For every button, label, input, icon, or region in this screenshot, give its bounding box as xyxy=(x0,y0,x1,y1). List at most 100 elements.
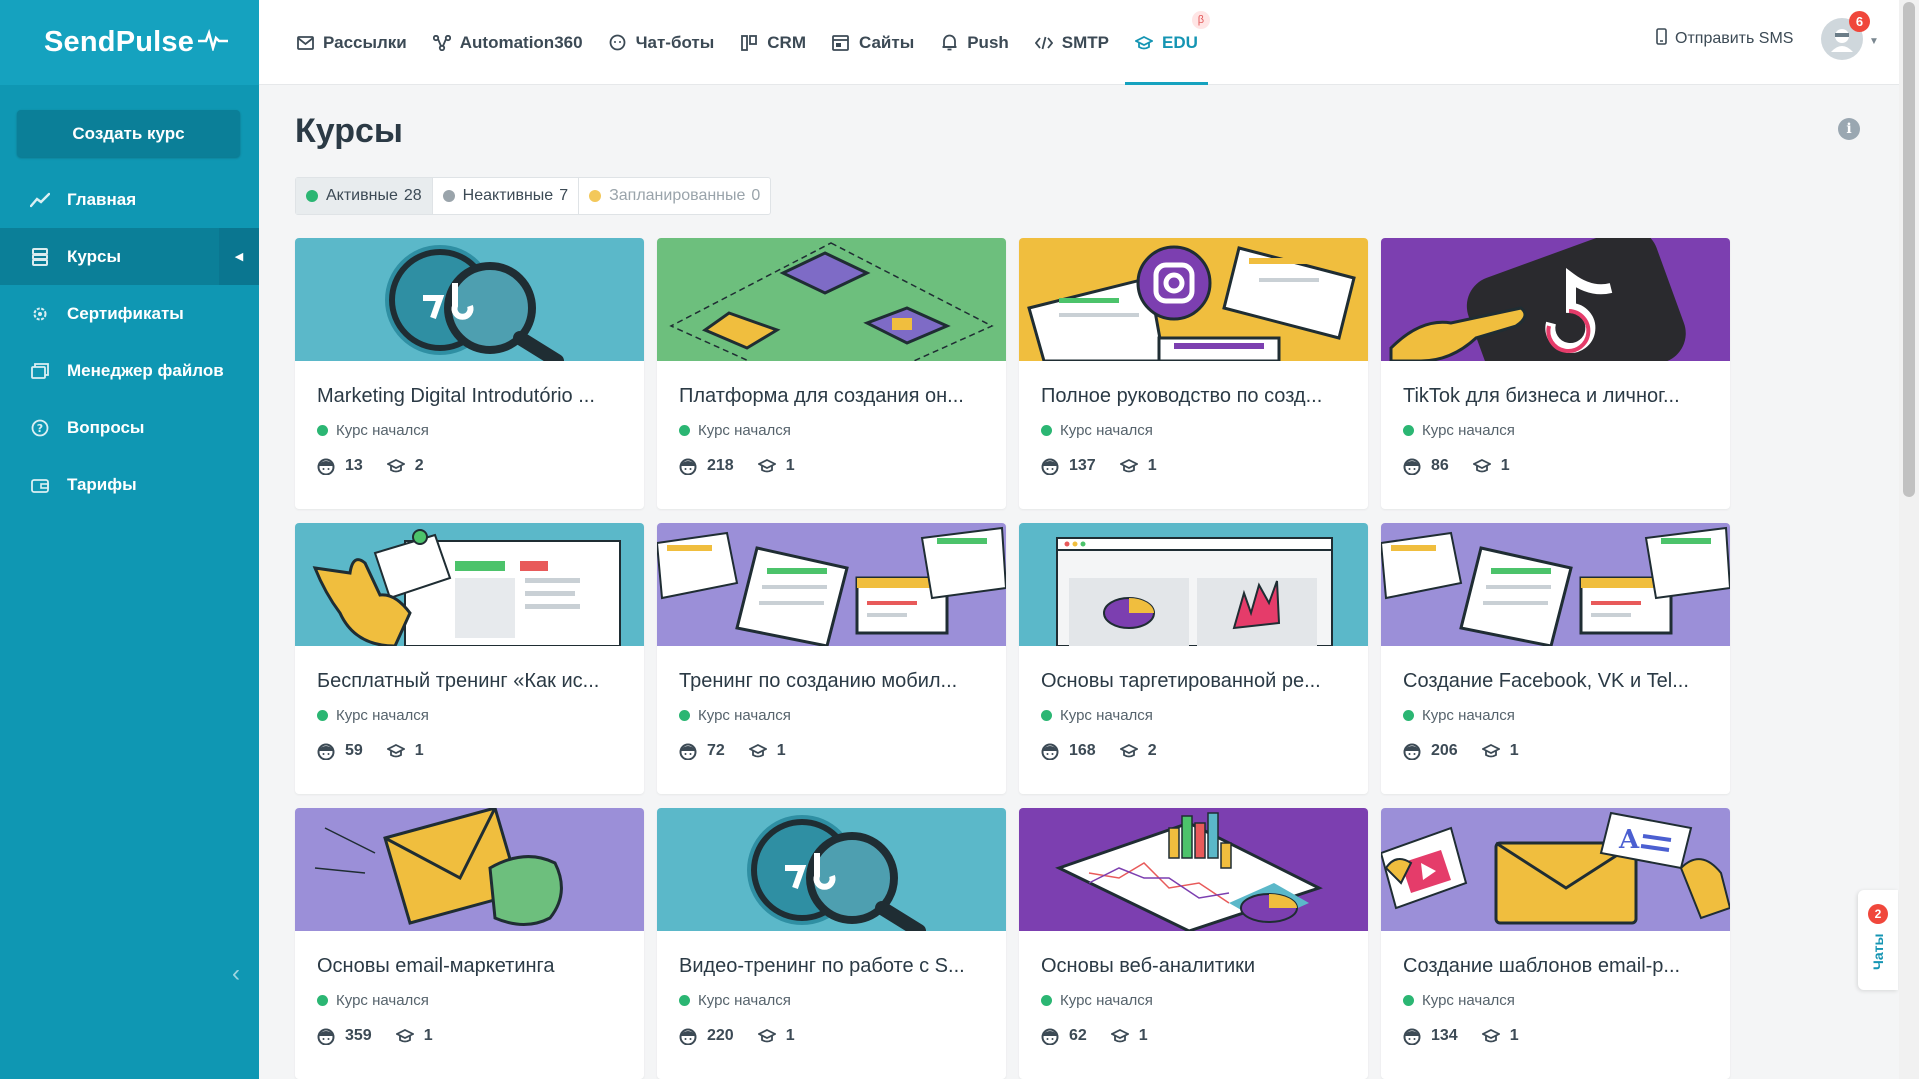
chevron-down-icon[interactable]: ▼ xyxy=(1869,36,1879,47)
status-dot xyxy=(1403,425,1414,436)
course-card[interactable]: Основы таргетированной ре... Курс началс… xyxy=(1019,523,1368,794)
sidebar-item-questions[interactable]: ? Вопросы xyxy=(0,399,259,456)
sidebar-item-label: Главная xyxy=(67,189,137,209)
course-card[interactable]: Основы веб-аналитики Курс начался 62 1 xyxy=(1019,808,1368,1079)
course-card[interactable]: Полное руководство по созд... Курс начал… xyxy=(1019,238,1368,509)
topnav-crm[interactable]: CRM xyxy=(740,0,806,85)
course-card[interactable]: Платформа для создания он... Курс началс… xyxy=(657,238,1006,509)
lessons-count: 1 xyxy=(423,1027,433,1044)
course-thumbnail xyxy=(1019,238,1368,361)
course-title[interactable]: Создание Facebook, VK и Tel... xyxy=(1403,670,1708,693)
course-title[interactable]: Основы email-маркетинга xyxy=(317,955,622,978)
course-title[interactable]: Бесплатный тренинг «Как ис... xyxy=(317,670,622,693)
course-thumbnail xyxy=(1019,523,1368,646)
scrollbar-thumb[interactable] xyxy=(1903,2,1915,497)
course-title[interactable]: Видео-тренинг по работе с S... xyxy=(679,955,984,978)
phone-icon xyxy=(1656,28,1667,50)
lessons-count: 1 xyxy=(1509,742,1519,759)
topnav-sites[interactable]: Сайты xyxy=(832,0,914,85)
graduation-cap-icon xyxy=(757,1028,776,1044)
scrollbar[interactable] xyxy=(1899,0,1919,1079)
topnav-edu[interactable]: EDU β xyxy=(1125,0,1210,85)
sidebar-item-home[interactable]: Главная xyxy=(0,171,259,228)
chats-tab[interactable]: 2 Чаты xyxy=(1858,890,1898,990)
sidebar-item-courses[interactable]: Курсы ◀ xyxy=(0,228,259,285)
logo[interactable]: SendPulse xyxy=(0,0,259,85)
student-icon xyxy=(1403,1028,1421,1045)
course-title[interactable]: Основы веб-аналитики xyxy=(1041,955,1346,978)
topnav-smtp[interactable]: SMTP xyxy=(1034,0,1109,85)
topnav-chatbots[interactable]: Чат-боты xyxy=(609,0,714,85)
collapse-sidebar-icon[interactable]: ‹ xyxy=(232,960,240,988)
sidebar-item-label: Вопросы xyxy=(67,417,145,437)
beta-badge: β xyxy=(1191,11,1210,29)
lessons-count: 1 xyxy=(1138,1027,1148,1044)
automation-icon xyxy=(432,34,451,52)
course-status: Курс начался xyxy=(1060,422,1153,439)
course-thumbnail xyxy=(1381,238,1730,361)
course-title[interactable]: Платформа для создания он... xyxy=(679,385,984,408)
course-status: Курс начался xyxy=(698,422,791,439)
gear-icon xyxy=(29,303,51,325)
send-sms-label: Отправить SMS xyxy=(1675,30,1794,47)
chart-line-icon xyxy=(29,189,51,211)
students-count: 359 xyxy=(345,1027,372,1044)
course-card[interactable]: Marketing Digital Introdutório ... Курс … xyxy=(295,238,644,509)
student-icon xyxy=(317,1028,335,1045)
course-status: Курс начался xyxy=(1060,992,1153,1009)
bell-icon xyxy=(940,34,958,52)
course-title[interactable]: Основы таргетированной ре... xyxy=(1041,670,1346,693)
course-card[interactable]: Тренинг по созданию мобил... Курс началс… xyxy=(657,523,1006,794)
sidebar-item-certificates[interactable]: Сертификаты xyxy=(0,285,259,342)
course-status: Курс начался xyxy=(1422,707,1515,724)
filter-label: Запланированные xyxy=(609,187,746,204)
status-dot xyxy=(317,710,328,721)
students-count: 220 xyxy=(707,1027,734,1044)
create-course-button[interactable]: Создать курс xyxy=(17,110,240,157)
course-card[interactable]: Создание Facebook, VK и Tel... Курс нача… xyxy=(1381,523,1730,794)
filter-scheduled[interactable]: Запланированные 0 xyxy=(579,178,770,214)
topnav-label: Рассылки xyxy=(323,32,407,52)
status-dot-gray xyxy=(442,190,455,202)
course-card[interactable]: TikTok для бизнеса и личног... Курс нача… xyxy=(1381,238,1730,509)
course-title[interactable]: Создание шаблонов email-р... xyxy=(1403,955,1708,978)
course-status: Курс начался xyxy=(336,422,429,439)
lessons-count: 2 xyxy=(414,457,424,474)
filter-inactive[interactable]: Неактивные 7 xyxy=(433,178,580,214)
student-icon xyxy=(317,743,335,760)
topnav-label: Automation360 xyxy=(459,32,583,52)
topnav-mailing[interactable]: Рассылки xyxy=(296,0,407,85)
students-count: 86 xyxy=(1431,457,1449,474)
course-thumbnail xyxy=(295,808,644,931)
status-dot xyxy=(317,425,328,436)
lessons-count: 1 xyxy=(1147,457,1157,474)
course-card[interactable]: Основы email-маркетинга Курс начался 359… xyxy=(295,808,644,1079)
course-card[interactable]: Видео-тренинг по работе с S... Курс нача… xyxy=(657,808,1006,1079)
status-dot xyxy=(1041,995,1052,1006)
course-card[interactable]: Бесплатный тренинг «Как ис... Курс начал… xyxy=(295,523,644,794)
send-sms-button[interactable]: Отправить SMS xyxy=(1656,0,1793,78)
topnav-automation[interactable]: Automation360 xyxy=(432,0,583,85)
sidebar-item-file-manager[interactable]: Менеджер файлов xyxy=(0,342,259,399)
chats-badge: 2 xyxy=(1868,904,1888,924)
topnav-label: EDU xyxy=(1162,32,1198,52)
topnav-push[interactable]: Push xyxy=(940,0,1009,85)
status-dot xyxy=(317,995,328,1006)
course-grid: Marketing Digital Introdutório ... Курс … xyxy=(295,238,1731,1079)
top-bar: Рассылки Automation360 Чат-боты CRM Сайт… xyxy=(259,0,1899,85)
course-status: Курс начался xyxy=(698,707,791,724)
sites-icon xyxy=(832,34,850,52)
sidebar-item-label: Сертификаты xyxy=(67,303,184,323)
course-card[interactable]: A Создание шаблонов email-р... Курс нача… xyxy=(1381,808,1730,1079)
sidebar: SendPulse Создать курс Главная Курсы ◀ С… xyxy=(0,0,259,1079)
sidebar-item-label: Менеджер файлов xyxy=(67,360,224,380)
info-icon[interactable]: i xyxy=(1838,118,1860,140)
course-title[interactable]: Тренинг по созданию мобил... xyxy=(679,670,984,693)
course-title[interactable]: TikTok для бизнеса и личног... xyxy=(1403,385,1708,408)
sidebar-item-pricing[interactable]: Тарифы xyxy=(0,456,259,513)
course-title[interactable]: Полное руководство по созд... xyxy=(1041,385,1346,408)
filter-active[interactable]: Активные 28 xyxy=(296,178,433,214)
caret-left-icon[interactable]: ◀ xyxy=(219,228,259,285)
graduation-cap-icon xyxy=(1481,743,1500,759)
course-title[interactable]: Marketing Digital Introdutório ... xyxy=(317,385,622,408)
